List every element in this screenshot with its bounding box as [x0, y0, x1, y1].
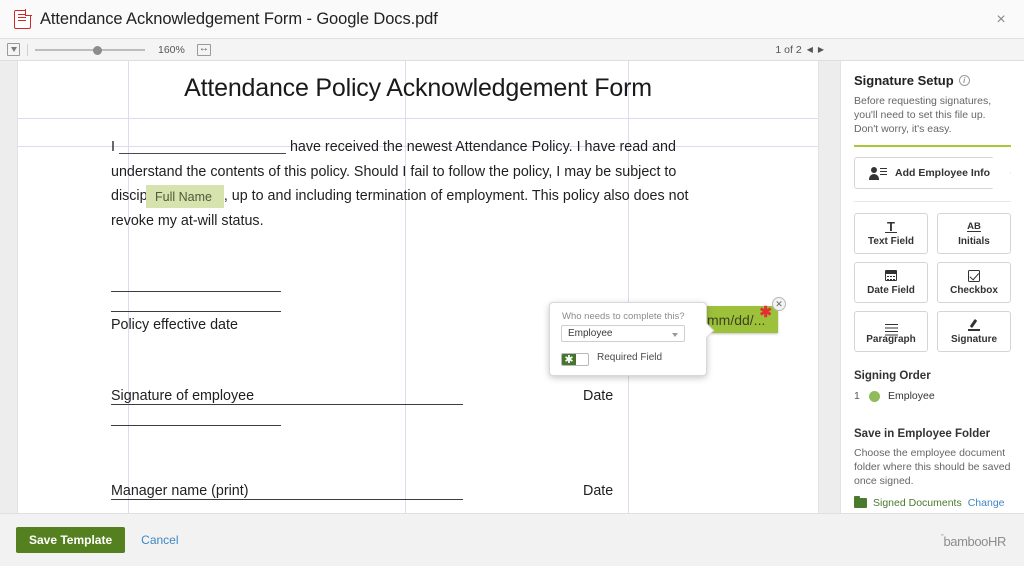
field-chip-label: mm/dd/...	[707, 312, 765, 328]
zoom-slider-knob[interactable]	[93, 46, 102, 55]
prev-page-icon[interactable]: ◀	[807, 46, 813, 54]
save-folder-heading: Save in Employee Folder	[854, 428, 1011, 440]
popup-question-label: Who needs to complete this?	[562, 311, 685, 322]
field-settings-popup: Who needs to complete this? Employee ✱ R…	[549, 302, 707, 376]
label-date-2: Date	[583, 483, 613, 499]
field-chip-label: Full Name	[155, 190, 212, 204]
save-folder-section: Save in Employee Folder Choose the emplo…	[854, 428, 1011, 509]
remove-field-icon[interactable]: ✕	[772, 297, 786, 311]
field-button-text-field[interactable]: T Text Field	[854, 213, 928, 254]
field-button-signature[interactable]: Signature	[937, 311, 1011, 352]
zoom-level-label: 160%	[158, 44, 185, 56]
document-paragraph: I have received the newest Attendance Po…	[111, 135, 711, 233]
save-folder-description: Choose the employee document folder wher…	[854, 446, 1011, 488]
field-button-label: Paragraph	[866, 334, 915, 345]
footer-bar: Save Template Cancel ˇbambooHR	[0, 513, 1024, 566]
info-icon[interactable]: i	[959, 75, 970, 86]
person-info-icon	[870, 167, 887, 180]
paragraph-icon	[885, 318, 898, 331]
add-employee-info-label: Add Employee Info	[895, 167, 990, 179]
assignee-select-value: Employee	[568, 328, 612, 339]
field-button-checkbox[interactable]: Checkbox	[937, 262, 1011, 303]
zoom-slider-track	[35, 49, 145, 51]
document-heading: Attendance Policy Acknowledgement Form	[18, 74, 818, 103]
save-template-button[interactable]: Save Template	[16, 527, 125, 553]
logo-text: bambooHR	[943, 534, 1006, 549]
required-asterisk-icon: ✱	[759, 306, 772, 320]
sidebar-title-row: Signature Setup i	[854, 73, 1011, 88]
sidebar-divider	[854, 201, 1011, 202]
signer-row[interactable]: 1 Employee	[854, 390, 1011, 402]
signing-order-heading: Signing Order	[854, 370, 1011, 382]
add-employee-button-content: Add Employee Info	[854, 157, 1011, 189]
document-viewport[interactable]: Attendance Policy Acknowledgement Form I…	[0, 61, 840, 513]
calendar-icon	[885, 269, 897, 282]
signer-order-number: 1	[854, 390, 861, 402]
guide-line-v	[128, 61, 129, 513]
fit-width-icon[interactable]	[197, 44, 211, 56]
field-button-label: Text Field	[868, 236, 914, 247]
signature-line	[111, 404, 463, 405]
field-type-grid: T Text Field AB Initials Date Field Chec…	[854, 213, 1011, 352]
signer-color-dot	[869, 391, 880, 402]
guide-line-h	[18, 118, 818, 119]
signature-pen-icon	[968, 318, 980, 331]
folder-row: Signed Documents Change	[854, 497, 1011, 509]
required-field-label: Required Field	[597, 352, 662, 363]
add-employee-info-button[interactable]: Add Employee Info	[854, 157, 1011, 189]
toolbar-divider	[27, 44, 28, 56]
next-page-icon[interactable]: ▶	[818, 46, 824, 54]
accent-divider	[854, 145, 1011, 147]
field-button-label: Date Field	[867, 285, 915, 296]
initials-icon: AB	[967, 220, 981, 233]
page-navigation: 1 of 2 ◀ ▶	[775, 39, 824, 61]
cancel-button[interactable]: Cancel	[141, 533, 178, 547]
field-button-label: Signature	[951, 334, 997, 345]
toggle-on-icon: ✱	[562, 354, 576, 365]
folder-name-link[interactable]: Signed Documents	[873, 497, 962, 509]
page-indicator: 1 of 2	[775, 44, 801, 56]
signature-line	[111, 425, 281, 426]
app-root: Attendance Acknowledgement Form - Google…	[0, 0, 1024, 566]
pdf-file-icon	[14, 10, 31, 29]
bamboohr-logo: ˇbambooHR	[941, 533, 1006, 549]
pdf-toolbar: 160% 1 of 2 ◀ ▶	[0, 39, 1024, 61]
signer-name: Employee	[888, 390, 935, 402]
signature-line	[111, 291, 281, 292]
field-button-initials[interactable]: AB Initials	[937, 213, 1011, 254]
checkbox-icon	[968, 269, 980, 282]
label-policy-effective-date: Policy effective date	[111, 317, 238, 333]
zoom-slider[interactable]	[35, 43, 145, 57]
field-button-date-field[interactable]: Date Field	[854, 262, 928, 303]
folder-icon	[854, 498, 867, 508]
name-blank-line	[119, 153, 286, 154]
document-page: Attendance Policy Acknowledgement Form I…	[18, 61, 818, 513]
text-field-icon: T	[885, 220, 897, 233]
signature-line	[111, 499, 463, 500]
field-button-paragraph[interactable]: Paragraph	[854, 311, 928, 352]
guide-line-v	[405, 61, 406, 513]
close-icon[interactable]: ×	[986, 6, 1016, 34]
sidebar-subtitle: Before requesting signatures, you'll nee…	[854, 94, 1011, 136]
chevron-down-icon	[672, 333, 678, 337]
paragraph-lead: I	[111, 139, 115, 155]
field-button-label: Initials	[958, 236, 990, 247]
label-manager-name: Manager name (print)	[111, 483, 248, 499]
field-chip-full-name[interactable]: Full Name	[146, 185, 224, 208]
field-button-label: Checkbox	[950, 285, 998, 296]
assignee-select[interactable]: Employee	[561, 325, 685, 342]
download-icon[interactable]	[7, 43, 20, 56]
title-bar: Attendance Acknowledgement Form - Google…	[0, 0, 1024, 39]
guide-line-v	[628, 61, 629, 513]
page-title: Attendance Acknowledgement Form - Google…	[40, 10, 438, 29]
change-folder-link[interactable]: Change	[968, 497, 1005, 509]
sidebar-title: Signature Setup	[854, 73, 954, 88]
label-signature-of-employee: Signature of employee	[111, 388, 254, 404]
signature-setup-sidebar: Signature Setup i Before requesting sign…	[840, 61, 1024, 513]
signature-line	[111, 311, 281, 312]
required-field-toggle[interactable]: ✱	[561, 353, 589, 366]
label-date-1: Date	[583, 388, 613, 404]
